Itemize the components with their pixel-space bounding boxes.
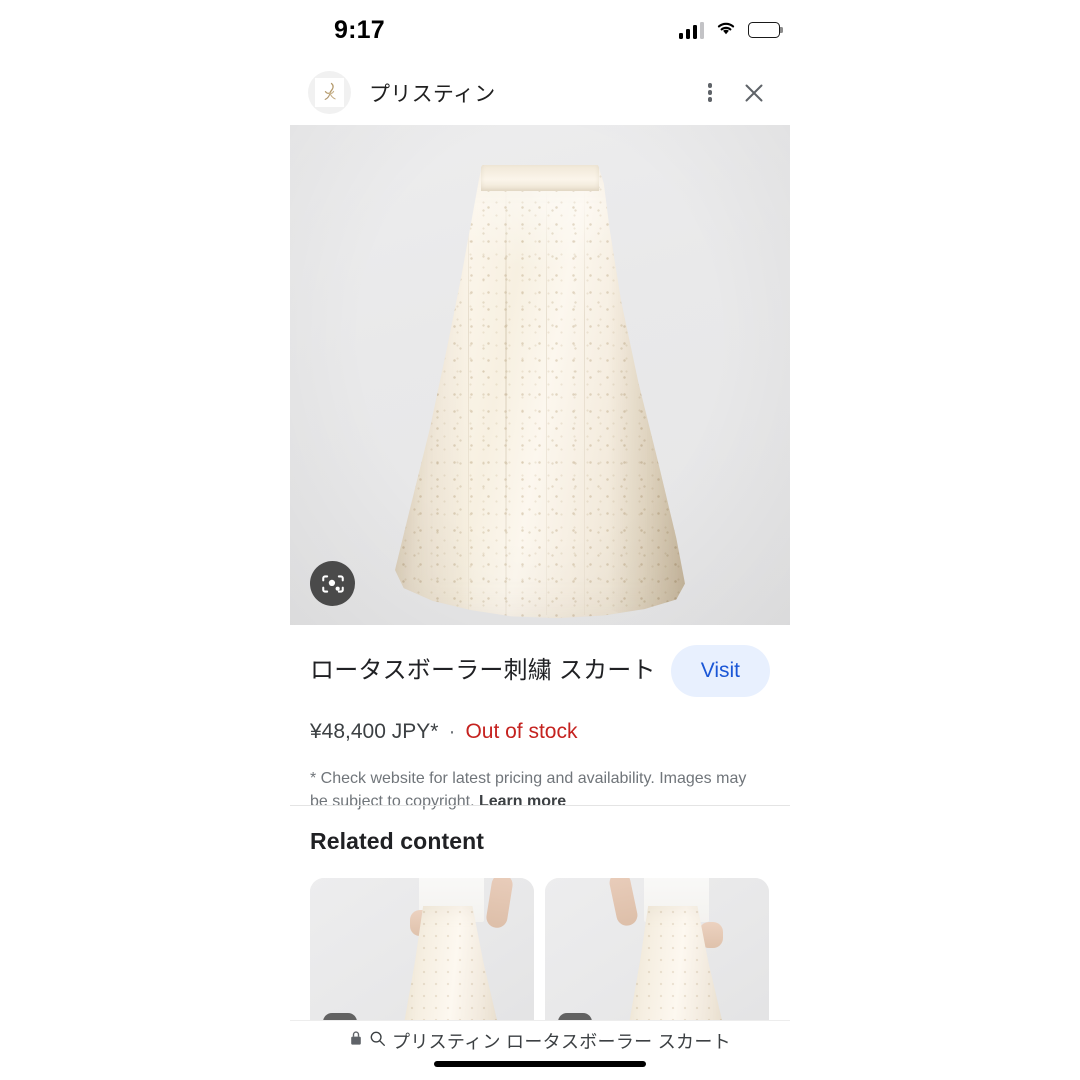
close-x-icon[interactable] [732, 71, 776, 115]
app-header: プリスティン [290, 60, 790, 125]
product-price: ¥48,400 JPY* [310, 720, 439, 743]
site-favicon [308, 71, 351, 114]
more-options-kebab-icon[interactable] [688, 71, 732, 115]
product-info: ロータスボーラー刺繍 スカート Visit ¥48,400 JPY* · Out… [290, 625, 790, 813]
site-favicon-image [315, 78, 344, 107]
wifi-icon [715, 20, 737, 41]
home-indicator [434, 1061, 646, 1067]
related-image-1 [394, 878, 515, 1038]
price-separator: · [448, 720, 456, 743]
status-bar-icons [678, 20, 783, 41]
battery-full-icon [748, 22, 783, 38]
related-image-2 [607, 878, 731, 1038]
related-content-card[interactable] [545, 878, 769, 1038]
phone-screen: 9:17 プリスティン ロータスボーラー刺繍 スカート Visit ¥48,40… [0, 0, 1080, 1080]
related-content-section: Related content [290, 805, 790, 1038]
product-title: ロータスボーラー刺繍 スカート [310, 657, 656, 685]
search-magnifier-icon [369, 1030, 386, 1052]
site-name-label: プリスティン [369, 82, 496, 106]
secure-lock-icon [349, 1030, 363, 1051]
related-content-grid [310, 878, 770, 1038]
status-bar: 9:17 [290, 0, 790, 60]
product-hero-image[interactable] [290, 125, 790, 625]
related-content-card[interactable] [310, 878, 534, 1038]
search-query-text: プリスティン ロータスボーラー スカート [392, 1031, 731, 1052]
status-bar-time: 9:17 [334, 15, 385, 44]
related-content-heading: Related content [310, 828, 485, 854]
google-lens-camera-icon[interactable] [310, 561, 355, 606]
bottom-search-bar[interactable]: プリスティン ロータスボーラー スカート [290, 1020, 790, 1060]
stock-status-label: Out of stock [465, 720, 578, 743]
product-title-row: ロータスボーラー刺繍 スカート Visit [310, 625, 770, 697]
visit-button[interactable]: Visit [670, 645, 770, 697]
skirt-illustration [395, 165, 685, 620]
cellular-signal-icon [678, 21, 704, 39]
price-row: ¥48,400 JPY* · Out of stock [310, 720, 770, 744]
